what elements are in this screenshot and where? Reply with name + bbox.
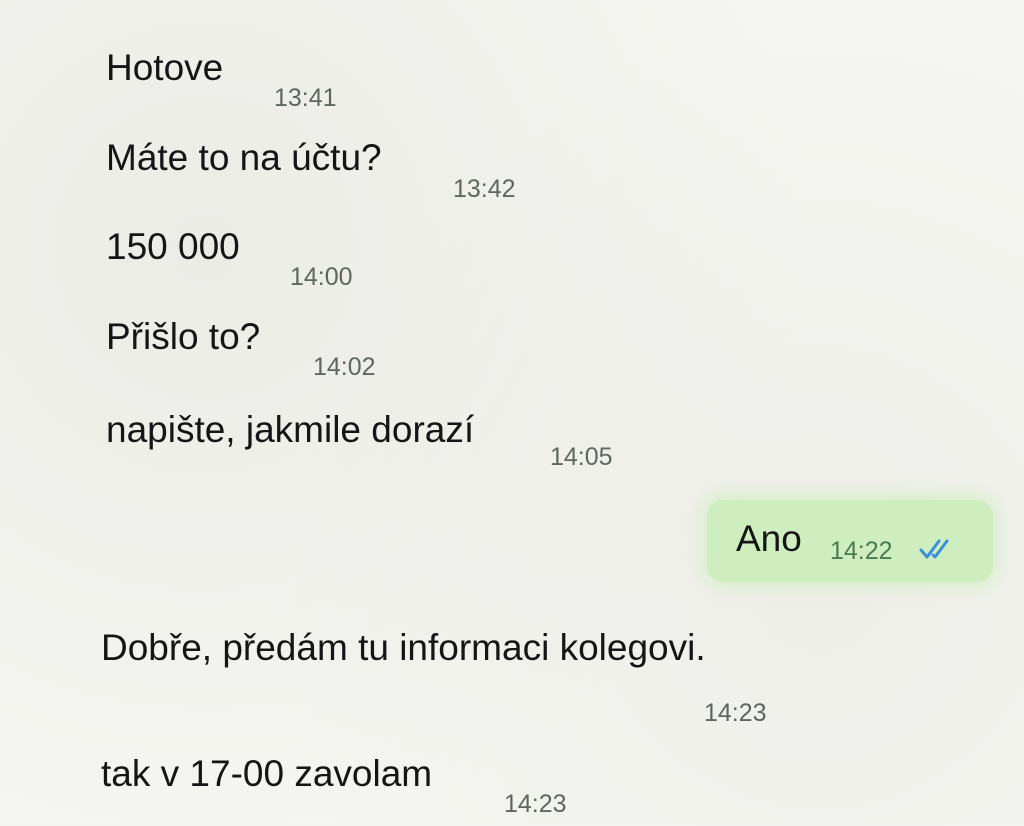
message-text: Přišlo to?: [106, 316, 261, 357]
message-text: 150 000: [106, 226, 240, 267]
message-incoming[interactable]: Máte to na účtu? 13:42: [106, 136, 516, 203]
message-outgoing[interactable]: Ano 14:22: [707, 500, 993, 582]
message-time: 14:23: [704, 699, 767, 727]
message-time: 14:05: [550, 443, 613, 471]
message-text: tak v 17-00 zavolam: [101, 753, 433, 794]
message-time: 14:00: [290, 263, 353, 291]
message-incoming[interactable]: Dobře, předám tu informaci kolegovi. 14:…: [101, 626, 767, 727]
message-time: 14:23: [504, 790, 567, 818]
message-text: Ano: [736, 518, 802, 559]
message-text: Dobře, předám tu informaci kolegovi.: [101, 627, 706, 668]
message-incoming[interactable]: tak v 17-00 zavolam 14:23: [101, 752, 567, 818]
message-text: napište, jakmile dorazí: [106, 409, 475, 450]
message-incoming[interactable]: Hotove 13:41: [106, 46, 337, 112]
message-time: 13:41: [274, 84, 337, 112]
chat-conversation[interactable]: Hotove 13:41 Máte to na účtu? 13:42 150 …: [0, 0, 1024, 825]
message-incoming[interactable]: napište, jakmile dorazí 14:05: [106, 408, 613, 471]
double-check-read-icon: [919, 539, 949, 559]
message-text: Máte to na účtu?: [106, 137, 382, 178]
message-text: Hotove: [106, 47, 224, 88]
message-time: 13:42: [453, 175, 516, 203]
message-incoming[interactable]: 150 000 14:00: [106, 225, 353, 291]
message-incoming[interactable]: Přišlo to? 14:02: [106, 315, 376, 381]
message-time: 14:22: [830, 537, 893, 565]
message-time: 14:02: [313, 353, 376, 381]
